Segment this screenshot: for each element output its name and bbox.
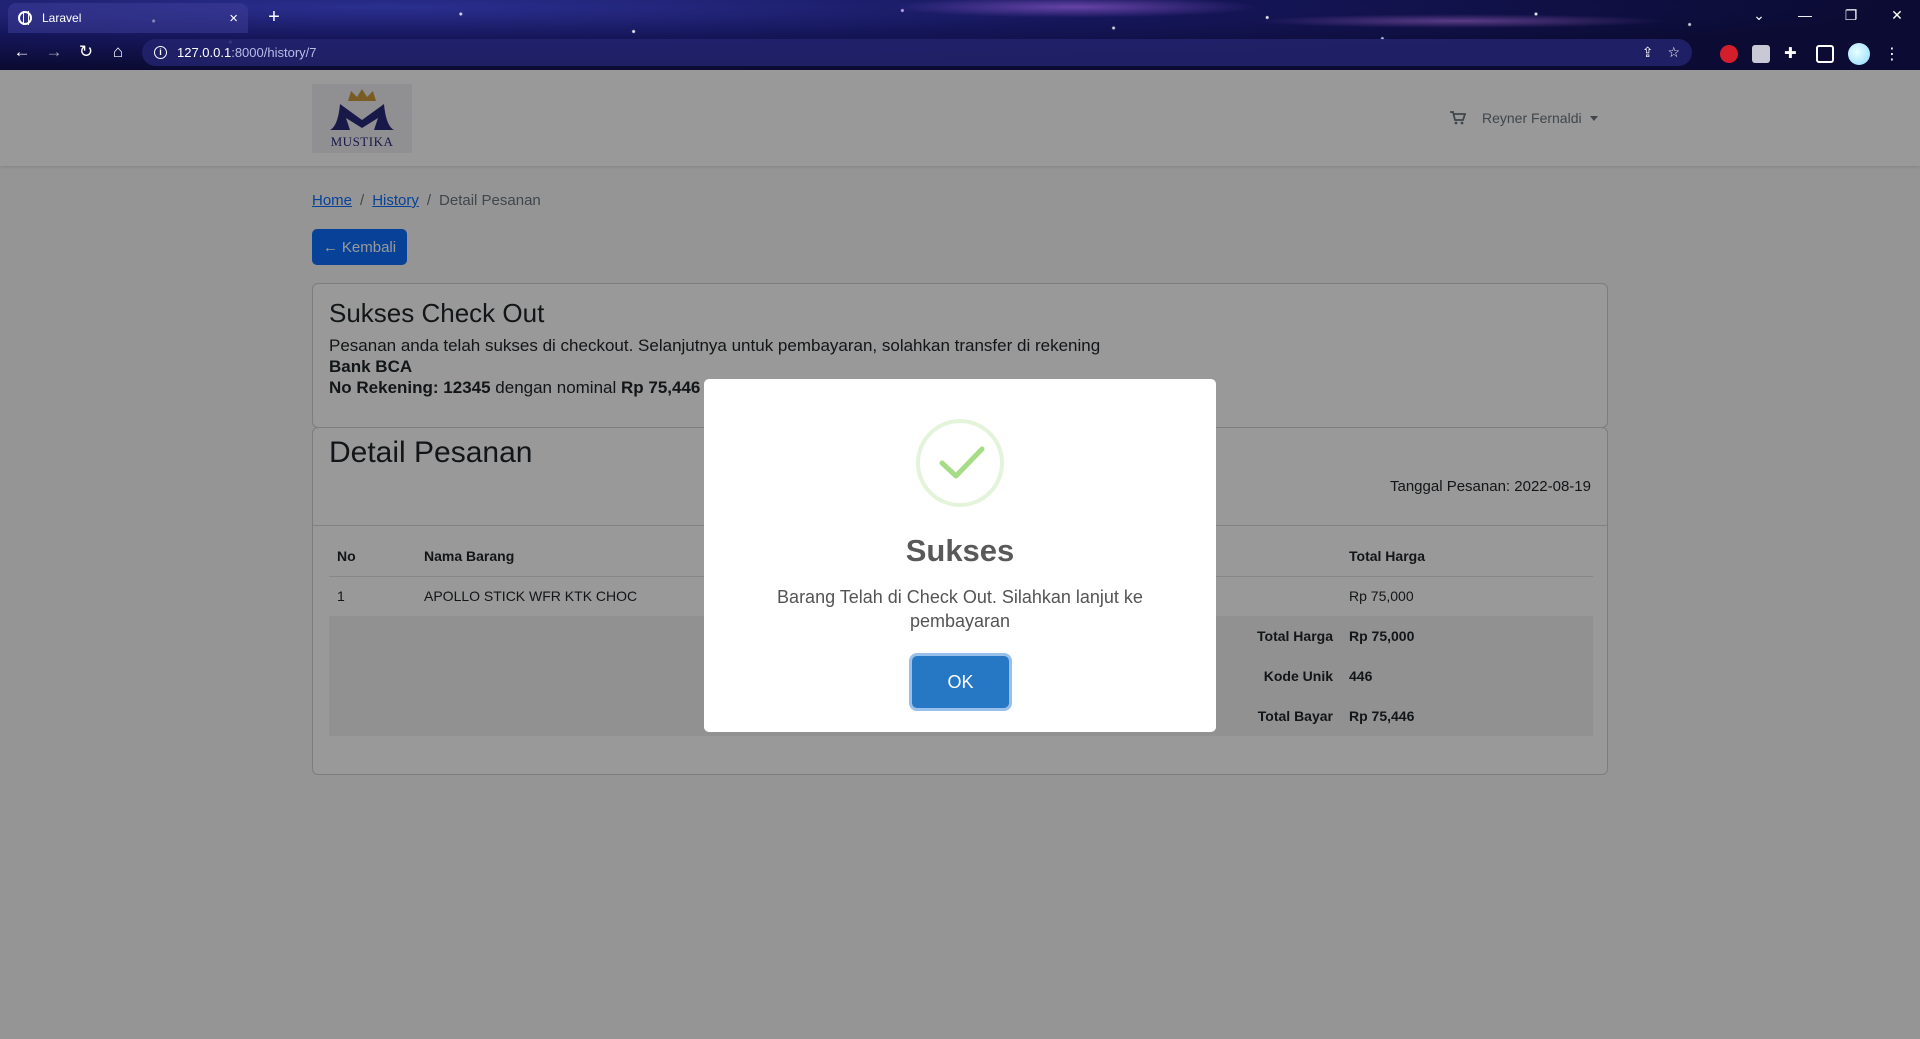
extension-red-icon[interactable]: [1720, 45, 1738, 63]
site-info-icon[interactable]: i: [154, 46, 167, 59]
modal-message: Barang Telah di Check Out. Silahkan lanj…: [777, 587, 1143, 631]
tab-close-icon[interactable]: ×: [229, 10, 238, 27]
bookmark-star-icon[interactable]: ☆: [1667, 44, 1680, 61]
tab-strip: Laravel × + ⌄ — ❐ ✕: [0, 0, 1920, 33]
browser-toolbar: ← → ↻ ⌂ i 127.0.0.1:8000/history/7 ⇪ ☆ ✚…: [0, 36, 1920, 70]
globe-icon: [18, 11, 32, 25]
success-check-icon: [916, 419, 1004, 507]
success-modal: Sukses Barang Telah di Check Out. Silahk…: [704, 379, 1216, 732]
window-controls: ⌄ — ❐ ✕: [1736, 0, 1920, 30]
browser-tab[interactable]: Laravel ×: [8, 3, 248, 33]
url-host: 127.0.0.1: [177, 45, 232, 60]
home-icon[interactable]: ⌂: [106, 40, 130, 64]
puzzle-icon[interactable]: ✚: [1784, 45, 1802, 63]
profile-avatar[interactable]: [1848, 43, 1870, 65]
back-arrow-icon[interactable]: ←: [10, 40, 34, 64]
browser-chrome: Laravel × + ⌄ — ❐ ✕ ← → ↻ ⌂ i 127.0.0.1:…: [0, 0, 1920, 70]
url-path: :8000/history/7: [231, 45, 317, 60]
restore-icon[interactable]: ❐: [1828, 0, 1874, 30]
menu-kebab-icon[interactable]: ⋮: [1884, 44, 1900, 64]
extensions-area: ✚ ⋮: [1720, 43, 1900, 65]
tab-search-icon[interactable]: ⌄: [1736, 0, 1782, 30]
side-panel-icon[interactable]: [1816, 45, 1834, 63]
close-window-icon[interactable]: ✕: [1874, 0, 1920, 30]
reload-icon[interactable]: ↻: [74, 40, 98, 64]
share-icon[interactable]: ⇪: [1642, 44, 1654, 61]
tab-title: Laravel: [42, 11, 82, 25]
address-bar[interactable]: i 127.0.0.1:8000/history/7 ⇪ ☆: [142, 39, 1692, 66]
extension-gray-icon[interactable]: [1752, 45, 1770, 63]
forward-arrow-icon[interactable]: →: [42, 40, 66, 64]
modal-title: Sukses: [905, 533, 1015, 568]
new-tab-button[interactable]: +: [262, 6, 286, 30]
ok-button[interactable]: OK: [912, 656, 1009, 708]
minimize-icon[interactable]: —: [1782, 0, 1828, 30]
